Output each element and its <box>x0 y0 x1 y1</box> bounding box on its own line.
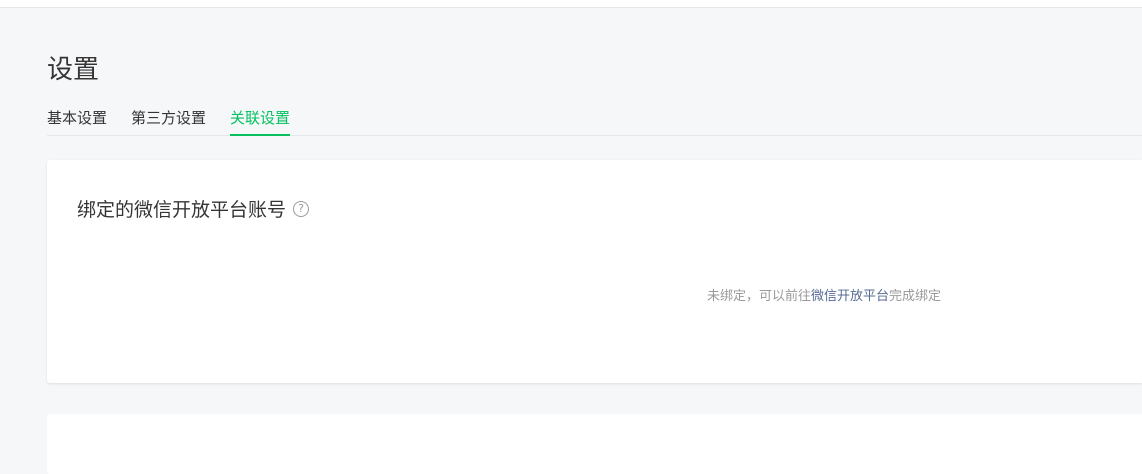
settings-tabs: 基本设置 第三方设置 关联设置 <box>47 105 1142 136</box>
empty-hint: 未绑定，可以前往微信开放平台完成绑定 <box>707 285 941 304</box>
page-title: 设置 <box>47 55 100 85</box>
empty-hint-suffix: 完成绑定 <box>889 289 942 304</box>
top-bar <box>0 0 1142 8</box>
tab-basic-settings[interactable]: 基本设置 <box>47 105 107 134</box>
tab-association-settings[interactable]: 关联设置 <box>230 105 291 136</box>
second-card <box>47 414 1142 474</box>
card-title-text: 绑定的微信开放平台账号 <box>77 199 287 221</box>
empty-hint-prefix: 未绑定，可以前往 <box>707 289 812 304</box>
open-platform-link[interactable]: 微信开放平台 <box>811 289 889 304</box>
bound-open-platform-card: 绑定的微信开放平台账号 ? 未绑定，可以前往微信开放平台完成绑定 <box>47 160 1142 383</box>
question-circle-icon[interactable]: ? <box>293 200 310 217</box>
tab-third-party-settings[interactable]: 第三方设置 <box>131 105 206 134</box>
card-title: 绑定的微信开放平台账号 ? <box>77 195 310 222</box>
